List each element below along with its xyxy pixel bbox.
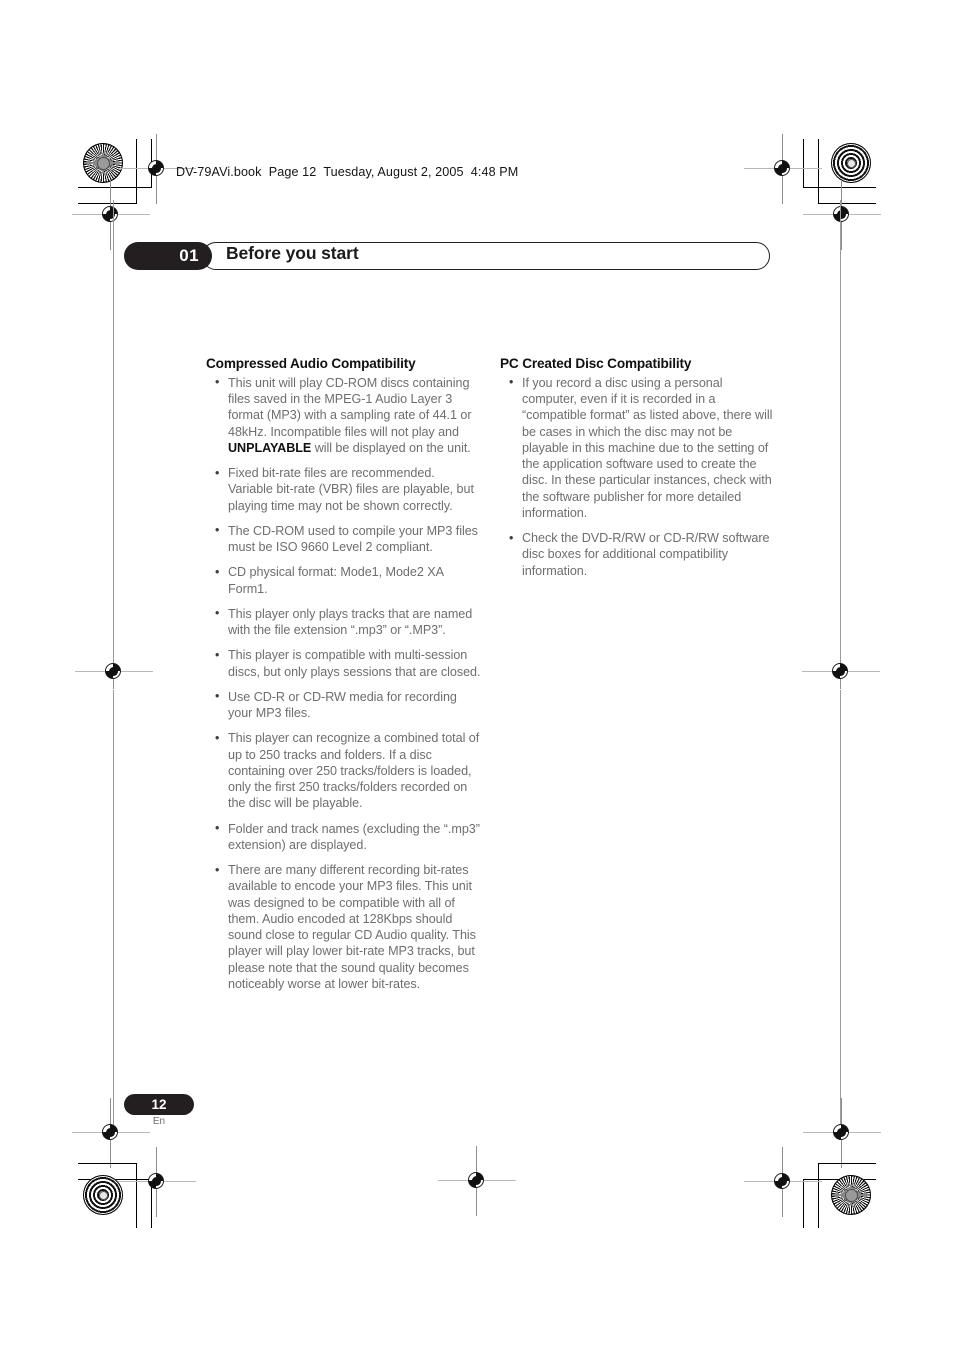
registration-crosshair-bottom-center <box>438 1146 516 1216</box>
registration-rosette-top-right <box>831 143 871 183</box>
bullet-text: Use CD-R or CD-RW media for recording yo… <box>228 689 457 721</box>
registration-crosshair-bottom-left <box>118 1147 196 1217</box>
registration-crosshair-lower-right-margin <box>803 1098 881 1168</box>
registration-crosshair-mid-left <box>75 655 153 689</box>
bullet-item: Use CD-R or CD-RW media for recording yo… <box>206 688 482 722</box>
bullet-text: This player can recognize a combined tot… <box>228 731 480 811</box>
bullet-text: This player only plays tracks that are n… <box>228 606 473 638</box>
registration-crosshair-upper-left-margin <box>72 180 150 250</box>
registration-rosette-top-left <box>83 143 123 183</box>
bullet-item: Check the DVD-R/RW or CD-R/RW software d… <box>500 530 776 579</box>
bullet-item: This player can recognize a combined tot… <box>206 730 482 811</box>
bullet-item: This unit will play CD-ROM discs contain… <box>206 374 482 456</box>
registration-rosette-bottom-right <box>831 1175 871 1215</box>
bullet-text: Check the DVD-R/RW or CD-R/RW software d… <box>522 531 770 578</box>
bullet-item: This player only plays tracks that are n… <box>206 605 482 639</box>
crop-mark-bottom-right-vertical-outer <box>803 1179 805 1228</box>
book-slug-header: DV-79AVi.book Page 12 Tuesday, August 2,… <box>176 165 519 179</box>
body-column-right: PC Created Disc Compatibility If you rec… <box>500 356 776 588</box>
bullet-item: CD physical format: Mode1, Mode2 XA Form… <box>206 564 482 597</box>
bullet-text: This unit will play CD-ROM discs contain… <box>228 375 472 439</box>
crop-mark-top-left-horizontal-outer <box>78 187 151 189</box>
crop-mark-bottom-left-horizontal-inner <box>78 1163 136 1165</box>
crop-mark-top-right-vertical-inner <box>803 139 805 188</box>
chapter-header-bar: 01 <box>124 242 770 270</box>
bullet-item: If you record a disc using a personal co… <box>500 374 776 521</box>
chapter-number-badge: 01 <box>124 242 212 270</box>
trim-line-right <box>840 200 842 660</box>
body-column-left: Compressed Audio Compatibility This unit… <box>206 356 482 1001</box>
bullet-item: Fixed bit-rate files are recommended. Va… <box>206 465 482 514</box>
registration-rosette-bottom-left <box>83 1175 123 1215</box>
bullet-text: There are many different recording bit-r… <box>228 863 476 991</box>
trim-line-right-lower <box>840 690 842 1135</box>
trim-line-left-lower <box>113 690 115 1135</box>
crop-mark-top-right-vertical-outer <box>818 139 820 204</box>
trim-line-left <box>113 200 115 660</box>
page-number-badge: 12 <box>124 1094 194 1115</box>
crop-mark-bottom-left-vertical-inner <box>136 1163 138 1228</box>
bullet-item: This player is compatible with multi-ses… <box>206 647 482 680</box>
crop-mark-top-left-vertical-outer <box>136 139 138 204</box>
registration-crosshair-lower-left-margin <box>72 1098 150 1168</box>
bullet-list-pc-created-disc: If you record a disc using a personal co… <box>500 374 776 579</box>
bullet-list-compressed-audio: This unit will play CD-ROM discs contain… <box>206 374 482 992</box>
registration-crosshair-top-right <box>744 134 822 204</box>
chapter-title: Before you start <box>226 243 359 263</box>
bullet-emphasis: UNPLAYABLE <box>228 440 312 455</box>
bullet-text: The CD-ROM used to compile your MP3 file… <box>228 523 478 555</box>
section-heading-pc-created-disc: PC Created Disc Compatibility <box>500 356 692 371</box>
section-heading-compressed-audio: Compressed Audio Compatibility <box>206 356 416 371</box>
bullet-text: CD physical format: Mode1, Mode2 XA Form… <box>228 565 444 596</box>
crop-mark-bottom-right-vertical-inner <box>818 1163 820 1228</box>
bullet-text: Fixed bit-rate files are recommended. Va… <box>228 466 474 513</box>
crop-mark-top-right-horizontal-outer <box>803 187 876 189</box>
registration-crosshair-top-left <box>118 134 196 204</box>
registration-crosshair-bottom-right <box>744 1147 822 1217</box>
registration-crosshair-upper-right-margin <box>803 180 881 250</box>
bullet-text: Folder and track names (excluding the “.… <box>228 821 480 852</box>
bullet-item: Folder and track names (excluding the “.… <box>206 820 482 854</box>
registration-crosshair-mid-right <box>802 655 880 689</box>
crop-mark-bottom-right-horizontal-inner <box>818 1163 876 1165</box>
bullet-text: will be displayed on the unit. <box>311 440 471 455</box>
bullet-text: If you record a disc using a personal co… <box>522 375 773 520</box>
bullet-item: There are many different recording bit-r… <box>206 862 482 992</box>
page-language-label: En <box>152 1116 166 1127</box>
manual-page: DV-79AVi.book Page 12 Tuesday, August 2,… <box>0 0 954 1351</box>
bullet-item: The CD-ROM used to compile your MP3 file… <box>206 522 482 556</box>
bullet-text: This player is compatible with multi-ses… <box>228 648 481 679</box>
